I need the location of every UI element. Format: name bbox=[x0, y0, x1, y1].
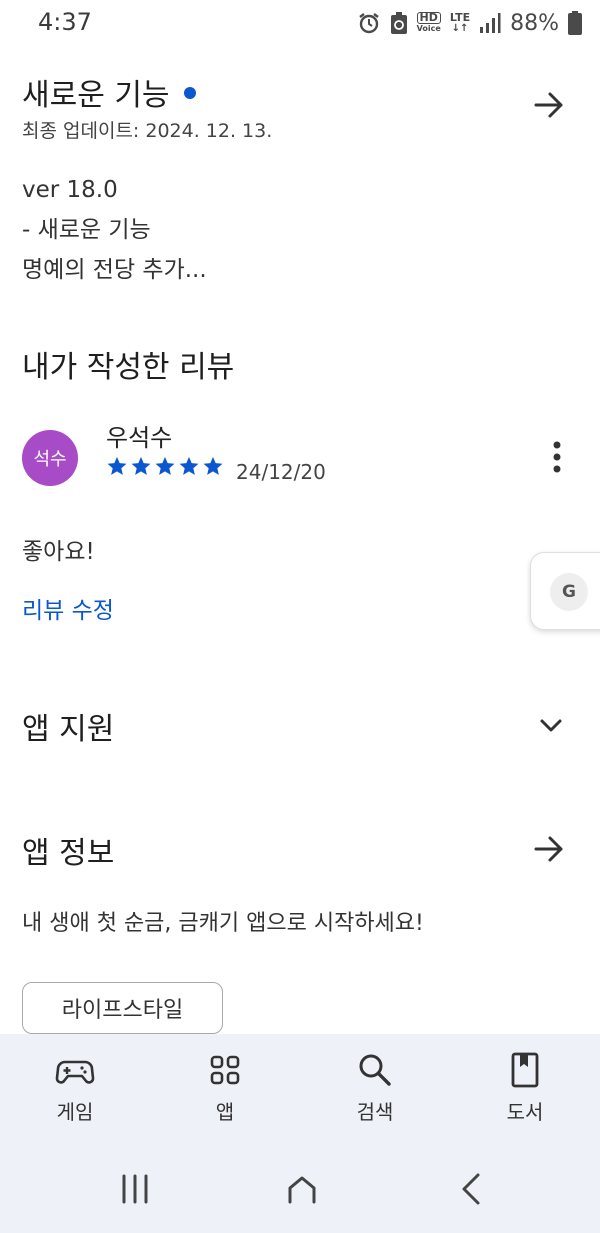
recycle-icon bbox=[390, 12, 407, 34]
more-vert-icon[interactable] bbox=[545, 440, 569, 474]
apps-grid-icon bbox=[210, 1055, 240, 1085]
nav-item-games[interactable]: 게임 bbox=[20, 1050, 130, 1125]
alarm-icon bbox=[358, 13, 379, 34]
whats-new-title[interactable]: 새로운 기능 bbox=[22, 70, 196, 114]
my-review-heading: 내가 작성한 리뷰 bbox=[22, 350, 235, 385]
status-time: 4:37 bbox=[38, 8, 92, 36]
review-date: 24/12/20 bbox=[236, 460, 326, 484]
g-badge: G bbox=[550, 573, 588, 611]
hd-label: HD bbox=[416, 12, 441, 24]
lte-label: LTE bbox=[449, 11, 471, 24]
review-text: 좋아요! bbox=[22, 539, 95, 565]
nav-label-search: 검색 bbox=[356, 1100, 394, 1124]
edit-review-link[interactable]: 리뷰 수정 bbox=[22, 591, 114, 625]
signal-icon bbox=[480, 13, 501, 33]
app-info-title[interactable]: 앱 정보 bbox=[22, 828, 114, 872]
gamepad-icon bbox=[55, 1060, 95, 1084]
bottom-navigation: 게임 앱 검색 도서 bbox=[0, 1034, 600, 1233]
release-note-line: 명예의 전당 추가... bbox=[22, 257, 207, 283]
chevron-down-icon[interactable] bbox=[537, 711, 565, 739]
book-icon bbox=[511, 1052, 539, 1088]
nav-label-games: 게임 bbox=[56, 1100, 94, 1124]
voice-label: Voice bbox=[416, 24, 441, 33]
battery-percent: 88% bbox=[510, 10, 559, 36]
star-icon bbox=[179, 456, 199, 475]
recent-apps-icon[interactable] bbox=[118, 1172, 152, 1206]
star-icon bbox=[203, 456, 223, 475]
last-updated: 최종 업데이트: 2024. 12. 13. bbox=[22, 120, 273, 142]
release-note-line: - 새로운 기능 bbox=[22, 217, 151, 243]
star-icon bbox=[155, 456, 175, 475]
release-note-line: ver 18.0 bbox=[22, 177, 118, 203]
nav-item-apps[interactable]: 앱 bbox=[170, 1050, 280, 1125]
nav-label-apps: 앱 bbox=[215, 1100, 235, 1124]
search-icon bbox=[359, 1054, 391, 1086]
home-icon[interactable] bbox=[285, 1172, 319, 1206]
app-description: 내 생애 첫 순금, 금캐기 앱으로 시작하세요! bbox=[22, 911, 424, 936]
review-author: 우석수 bbox=[106, 424, 173, 452]
battery-icon bbox=[568, 11, 582, 35]
app-support-title[interactable]: 앱 지원 bbox=[22, 704, 114, 748]
star-icon bbox=[131, 456, 151, 475]
arrow-right-icon[interactable] bbox=[532, 88, 566, 122]
release-notes: ver 18.0 - 새로운 기능 명예의 전당 추가... bbox=[22, 170, 207, 290]
back-icon[interactable] bbox=[455, 1172, 489, 1206]
data-arrows-icon: ↓↑ bbox=[451, 23, 469, 34]
lte-indicator: LTE ↓↑ bbox=[450, 12, 470, 34]
new-dot-indicator bbox=[183, 86, 196, 99]
arrow-right-icon[interactable] bbox=[532, 832, 566, 866]
category-chip[interactable]: 라이프스타일 bbox=[22, 982, 223, 1034]
whats-new-title-text: 새로운 기능 bbox=[22, 78, 170, 113]
status-icons: HD Voice LTE ↓↑ 88% bbox=[357, 9, 582, 37]
star-icon bbox=[107, 456, 127, 475]
hd-voice-indicator: HD Voice bbox=[416, 12, 441, 34]
star-rating bbox=[106, 455, 224, 477]
nav-label-books: 도서 bbox=[506, 1100, 544, 1124]
avatar: 석수 bbox=[22, 430, 78, 486]
nav-item-books[interactable]: 도서 bbox=[470, 1050, 580, 1125]
nav-item-search[interactable]: 검색 bbox=[320, 1050, 430, 1125]
floating-g-widget[interactable]: G bbox=[530, 552, 600, 630]
